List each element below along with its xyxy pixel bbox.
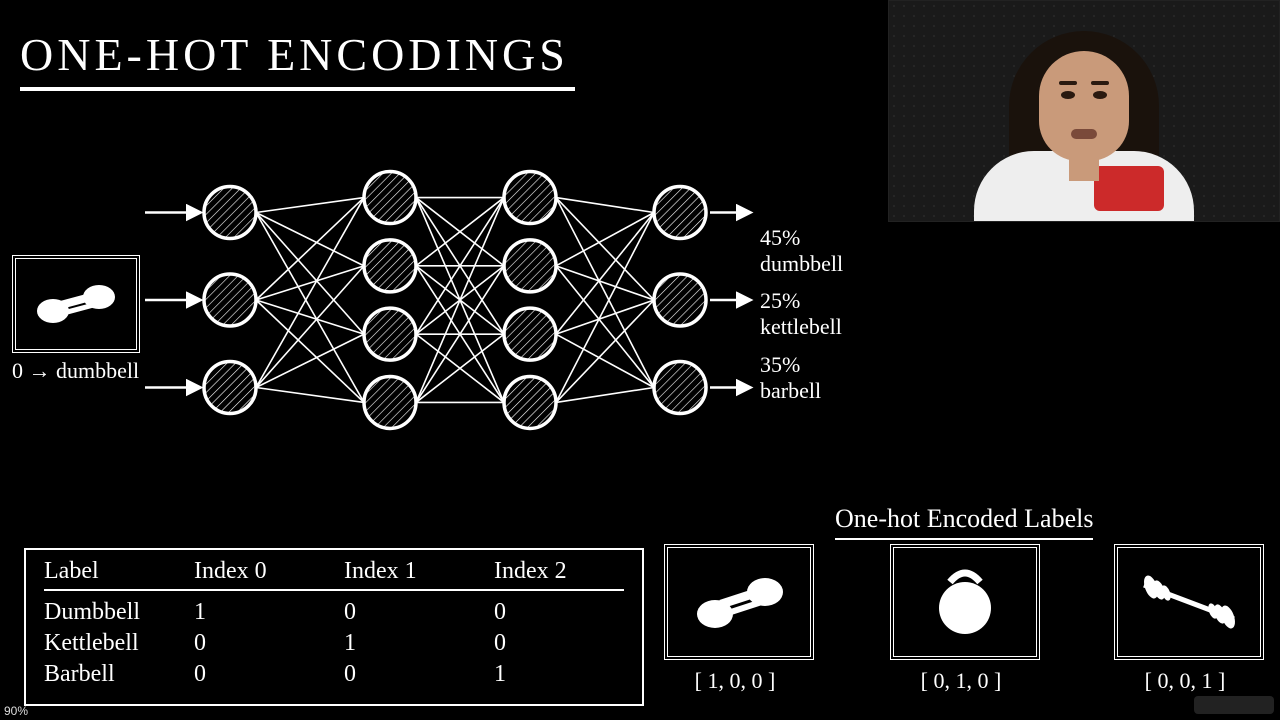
neural-net-svg <box>0 140 880 460</box>
network-diagram: 0 → dumbbell 45%dumbbell 25%kettlebell 3… <box>0 140 880 460</box>
output-0: 45%dumbbell <box>760 225 843 278</box>
table-row: Barbell001 <box>44 659 624 690</box>
encoded-card-2: [ 0, 0, 1 ] <box>1114 544 1256 694</box>
encoded-labels-title: One-hot Encoded Labels <box>835 504 1093 540</box>
output-1: 25%kettlebell <box>760 288 842 341</box>
output-2: 35%barbell <box>760 352 821 405</box>
encoded-card-1: [ 0, 1, 0 ] <box>890 544 1032 694</box>
encoded-card-0: [ 1, 0, 0 ] <box>664 544 806 694</box>
zoom-level: 90% <box>4 704 28 718</box>
page-title: ONE-HOT ENCODINGS <box>20 28 575 91</box>
browser-badge <box>1194 696 1274 714</box>
kettlebell-icon <box>925 562 1005 642</box>
encoding-table: Label Index 0 Index 1 Index 2 Dumbbell10… <box>24 548 644 706</box>
table-row: Dumbbell100 <box>44 597 624 628</box>
barbell-icon <box>1129 567 1249 637</box>
presenter-webcam <box>888 0 1280 222</box>
table-row: Kettlebell010 <box>44 628 624 659</box>
dumbbell-icon <box>689 572 789 632</box>
